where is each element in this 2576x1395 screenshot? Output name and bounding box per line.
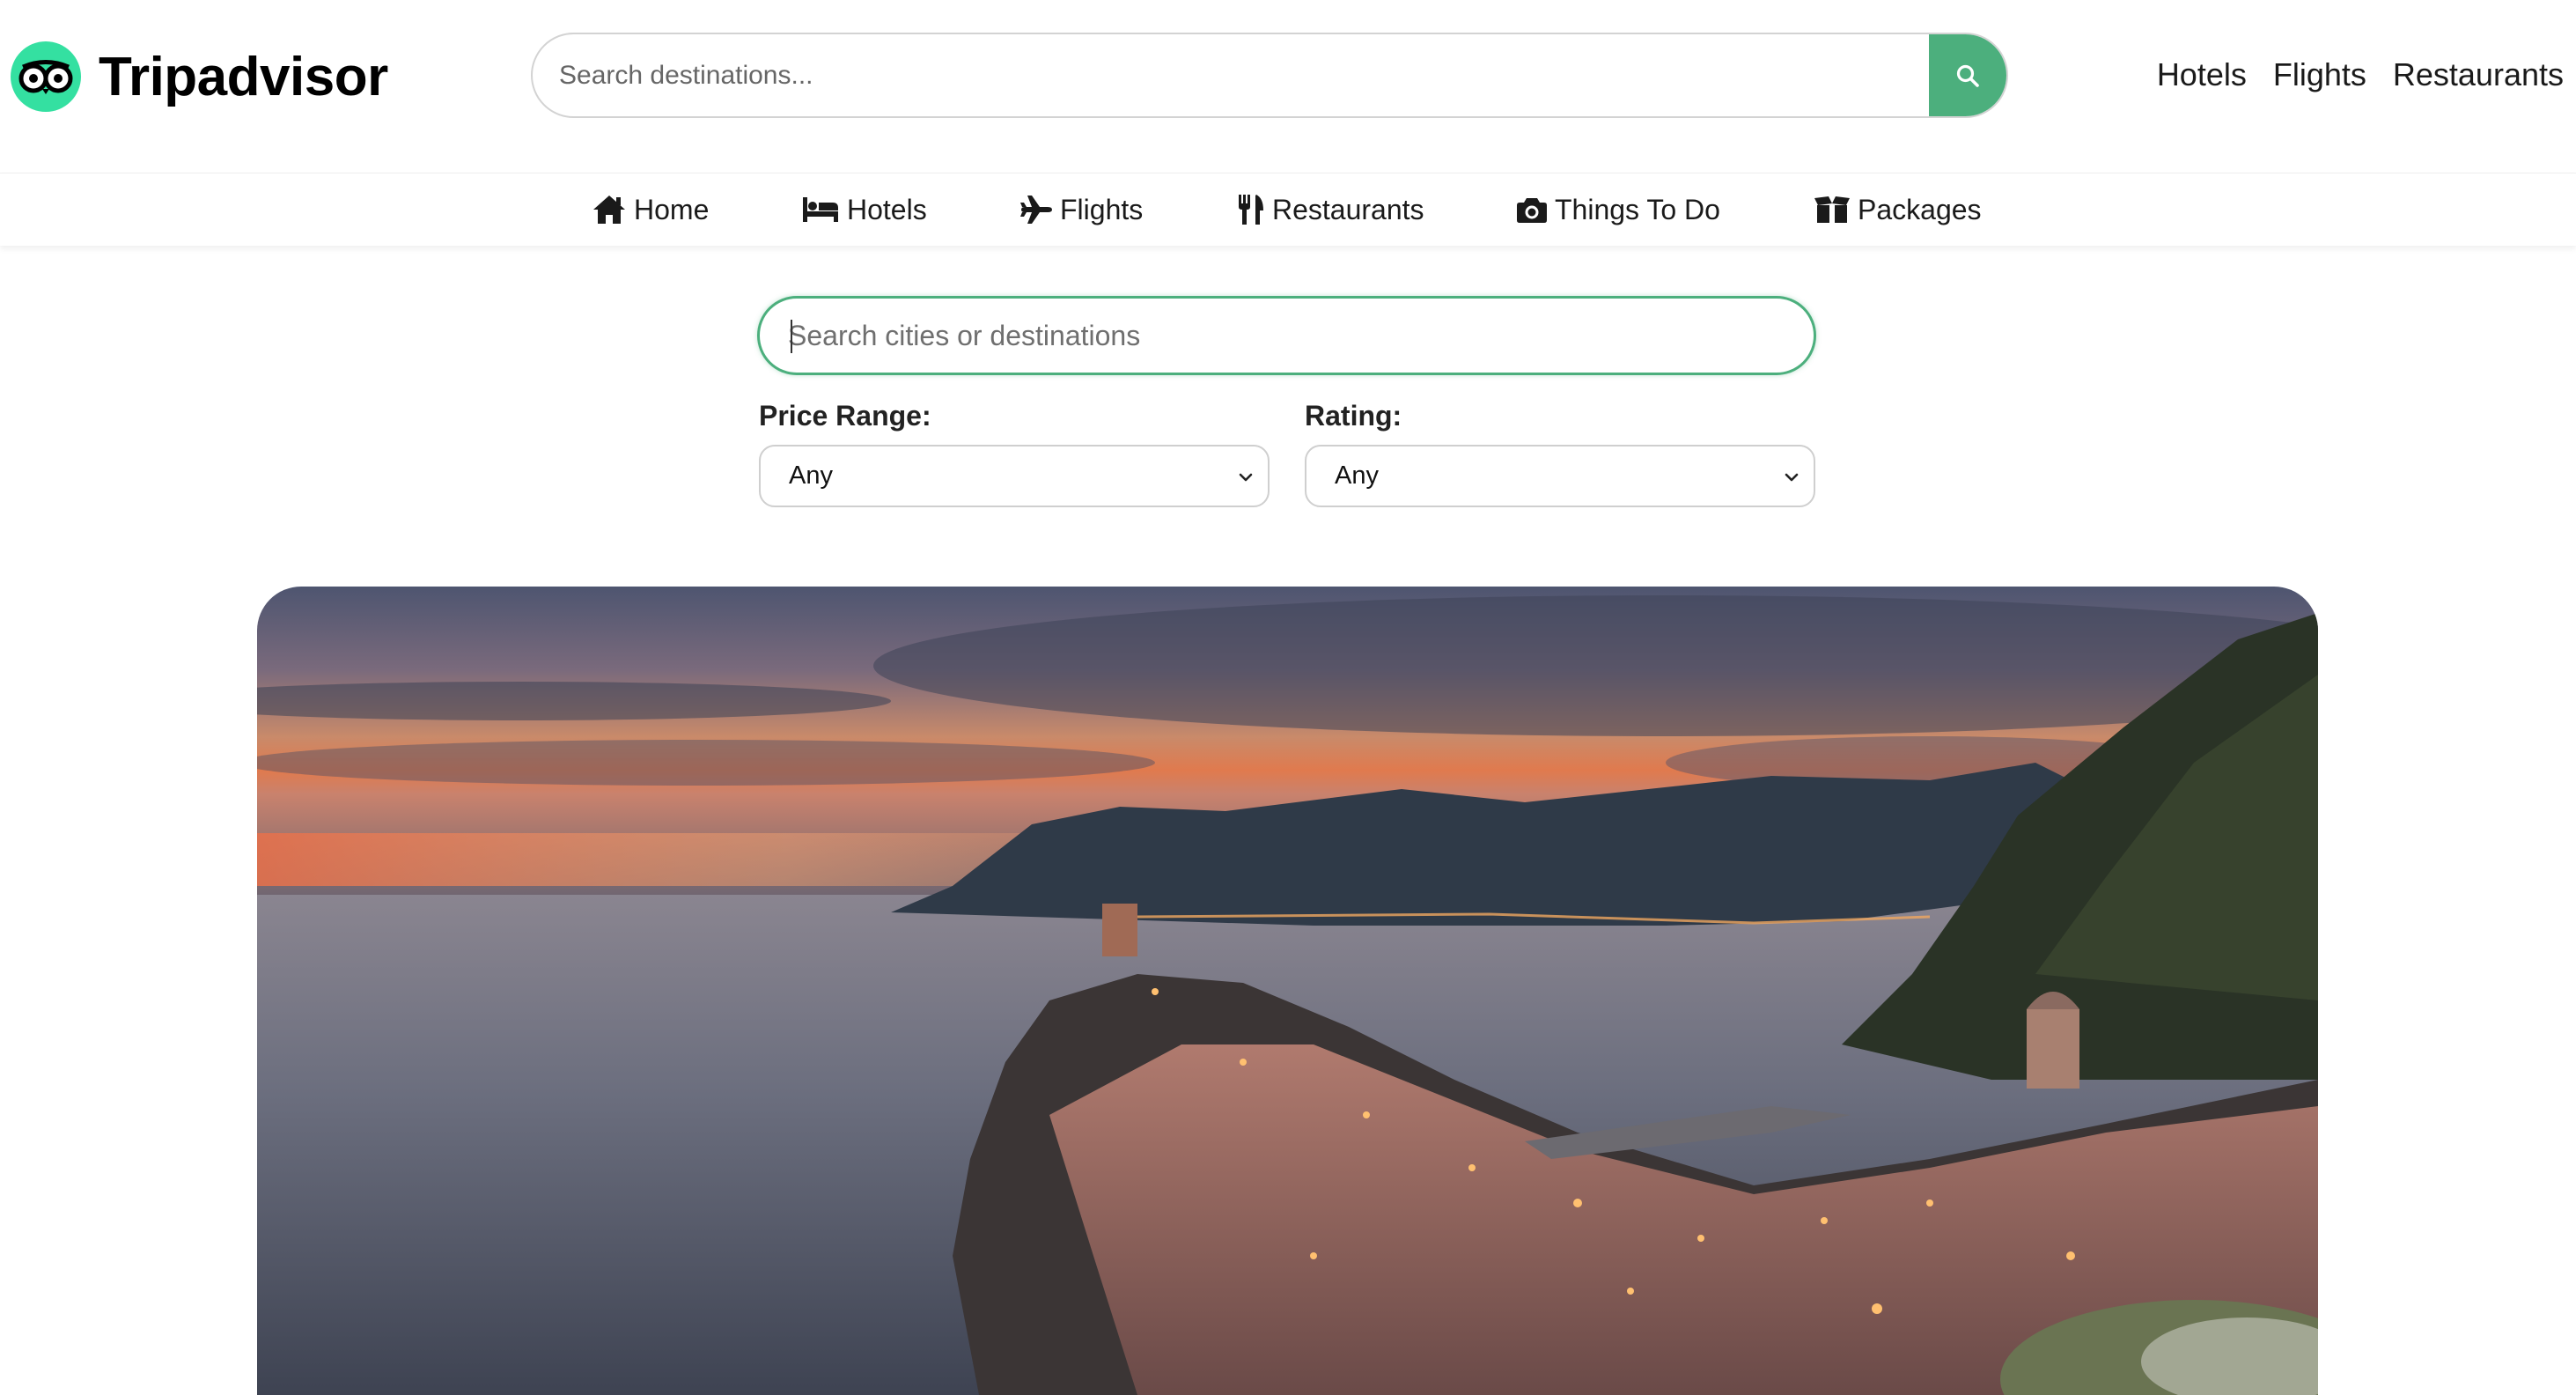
price-range-value: Any [789,461,833,490]
nav-label-home: Home [634,193,710,225]
plane-icon [1020,196,1052,224]
header-link-hotels[interactable]: Hotels [2157,53,2247,97]
nav-label-packages: Packages [1858,193,1982,225]
text-cursor [791,320,792,353]
header-links: Hotels Flights Restaurants [2131,53,2564,97]
nav-label-things-to-do: Things To Do [1555,193,1720,225]
rating-label: Rating: [1305,400,1402,432]
nav-item-things-to-do[interactable]: Things To Do [1516,189,1720,230]
utensils-icon [1239,195,1263,225]
chevron-down-icon [1239,473,1253,482]
brand-logo[interactable]: Tripadvisor [11,41,388,113]
price-range-label: Price Range: [759,400,931,432]
nav-label-restaurants: Restaurants [1272,193,1424,225]
camera-icon [1517,198,1547,223]
nav-item-flights[interactable]: Flights [1019,189,1143,230]
nav-item-packages[interactable]: Packages [1814,189,1982,230]
destination-search-box [757,296,1816,375]
header-link-flights[interactable]: Flights [2273,53,2366,97]
header-search-button[interactable] [1929,34,2006,116]
search-icon [1956,64,1979,87]
nav-label-hotels: Hotels [847,193,927,225]
top-header: Tripadvisor Hotels Flights Restaurants [0,0,2576,173]
price-range-select[interactable]: Any [759,445,1270,507]
main-nav: Home Hotels Flights Restaurants Things T… [0,173,2576,246]
rating-select[interactable]: Any [1305,445,1815,507]
owl-icon [11,41,81,112]
home-icon [593,196,625,224]
nav-label-flights: Flights [1060,193,1144,225]
hero-image [257,587,2318,1395]
brand-name: Tripadvisor [99,46,388,107]
nav-item-restaurants[interactable]: Restaurants [1237,189,1424,230]
bed-icon [803,197,838,222]
destination-search-input[interactable] [760,299,1814,373]
nav-item-home[interactable]: Home [592,189,709,230]
nav-item-hotels[interactable]: Hotels [801,189,927,230]
rating-value: Any [1335,461,1379,490]
header-link-restaurants[interactable]: Restaurants [2393,53,2564,97]
header-search-input[interactable] [533,34,1932,116]
box-icon [1814,196,1850,223]
header-search-bar [531,33,2008,118]
chevron-down-icon [1785,473,1799,482]
